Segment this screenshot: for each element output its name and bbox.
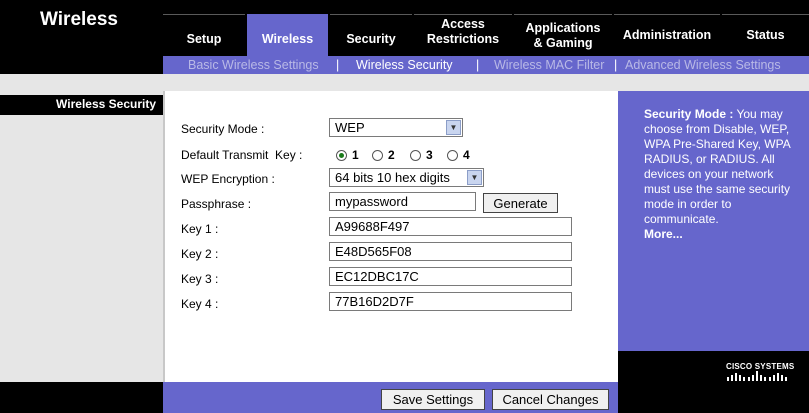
tab-wireless[interactable]: Wireless	[247, 14, 328, 56]
key4-input[interactable]: 77B16D2D7F	[329, 292, 572, 311]
transmit-key-1-label: 1	[352, 148, 359, 162]
help-heading: Security Mode :	[644, 107, 734, 121]
transmit-key-option-3[interactable]: 3	[410, 147, 433, 163]
transmit-key-3-label: 3	[426, 148, 433, 162]
transmit-key-label: Default Transmit Key :	[181, 148, 303, 162]
content-border	[163, 91, 165, 382]
passphrase-label: Passphrase :	[181, 197, 252, 211]
key3-input[interactable]: EC12DBC17C	[329, 267, 572, 286]
wep-encryption-value: 64 bits 10 hex digits	[335, 170, 450, 185]
chevron-down-icon[interactable]: ▼	[446, 120, 461, 135]
subnav-advanced-wireless[interactable]: Advanced Wireless Settings	[625, 58, 781, 72]
passphrase-input[interactable]: mypassword	[329, 192, 476, 211]
transmit-key-option-1[interactable]: 1	[336, 147, 359, 163]
key1-input[interactable]: A99688F497	[329, 217, 572, 236]
security-mode-value: WEP	[335, 120, 365, 135]
radio-icon[interactable]	[447, 149, 458, 161]
key2-input[interactable]: E48D565F08	[329, 242, 572, 261]
transmit-key-option-2[interactable]: 2	[372, 147, 395, 163]
tab-access-restrictions[interactable]: Access Restrictions	[414, 14, 512, 56]
cisco-bars-logo-icon	[727, 371, 787, 381]
cisco-logo-text: CISCO SYSTEMS	[726, 362, 795, 371]
security-mode-label: Security Mode :	[181, 122, 265, 136]
key4-label: Key 4 :	[181, 297, 219, 311]
subnav-wireless-security[interactable]: Wireless Security	[356, 58, 453, 72]
wep-encryption-label: WEP Encryption :	[181, 172, 275, 186]
help-more-link[interactable]: More...	[644, 227, 683, 241]
radio-icon[interactable]	[372, 149, 383, 161]
page-section-title: Wireless	[40, 9, 118, 30]
cancel-changes-button[interactable]: Cancel Changes	[492, 389, 609, 410]
chevron-down-icon[interactable]: ▼	[467, 170, 482, 185]
subnav-separator: |	[476, 58, 480, 72]
tab-status[interactable]: Status	[722, 14, 809, 56]
radio-icon[interactable]	[410, 149, 421, 161]
left-panel	[0, 91, 163, 382]
subnav-separator: |	[336, 58, 340, 72]
tab-administration[interactable]: Administration	[614, 14, 720, 56]
section-header-label: Wireless Security	[56, 97, 156, 111]
help-body: You may choose from Disable, WEP, WPA Pr…	[644, 107, 791, 226]
transmit-key-2-label: 2	[388, 148, 395, 162]
tab-setup[interactable]: Setup	[163, 14, 245, 56]
tab-security[interactable]: Security	[330, 14, 412, 56]
footer-left	[0, 382, 163, 413]
security-mode-select[interactable]: WEP ▼	[329, 118, 463, 137]
transmit-key-option-4[interactable]: 4	[447, 147, 470, 163]
generate-button[interactable]: Generate	[483, 193, 558, 213]
wep-encryption-select[interactable]: 64 bits 10 hex digits ▼	[329, 168, 484, 187]
key3-label: Key 3 :	[181, 272, 219, 286]
save-settings-button[interactable]: Save Settings	[381, 389, 485, 410]
subnav-separator: |	[614, 58, 618, 72]
footer-right	[618, 382, 809, 413]
subnav-wireless-mac-filter[interactable]: Wireless MAC Filter	[494, 58, 604, 72]
subnav-basic-wireless[interactable]: Basic Wireless Settings	[188, 58, 319, 72]
key2-label: Key 2 :	[181, 247, 219, 261]
header-divider-strip	[0, 74, 809, 91]
key1-label: Key 1 :	[181, 222, 219, 236]
radio-selected-icon[interactable]	[336, 149, 347, 161]
tab-applications-gaming[interactable]: Applications & Gaming	[514, 14, 612, 56]
transmit-key-4-label: 4	[463, 148, 470, 162]
help-text: Security Mode : You may choose from Disa…	[644, 107, 802, 242]
